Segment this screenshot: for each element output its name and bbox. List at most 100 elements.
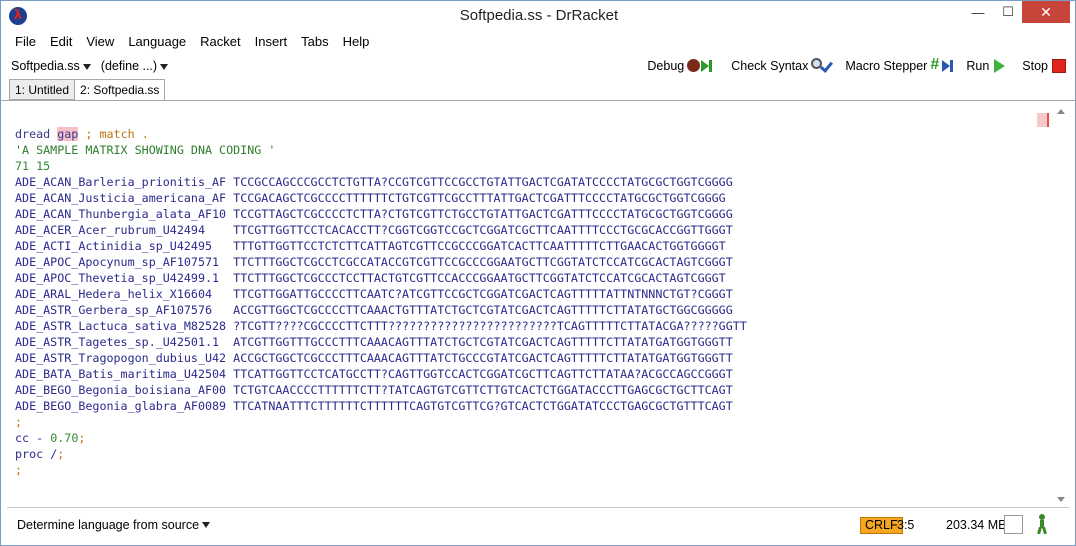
cursor-position: 3:5: [897, 518, 915, 532]
tab-untitled[interactable]: 1: Untitled: [9, 79, 76, 100]
sequence-data: TTCATNAATTTCTTTTTTCTTTTTTCAGTGTCGTTCG?GT…: [233, 399, 733, 413]
sequence-data: ?TCGTT????CGCCCCTTCTTT??????????????????…: [233, 319, 747, 333]
sequence-name: ADE_ACAN_Barleria_prionitis_AF: [15, 175, 227, 189]
menu-insert[interactable]: Insert: [248, 33, 295, 51]
sequence-row: ADE_APOC_Apocynum_sp_AF107571 TTCTTTGGCT…: [15, 254, 747, 270]
status-bar: Determine language from source CRLF 3:5 …: [1, 511, 1075, 541]
sequence-data: TTCATTGGTTCCTCATGCCTT?CAGTTGGTCCACTCGGAT…: [233, 367, 733, 381]
sequence-data: ACCGTTGGCTCGCCCCTTCAAACTGTTTATCTGCTCGTAT…: [233, 303, 733, 317]
sequence-data: TTCGTTGGTTCCTCACACCTT?CGGTCGGTCCGCTCGGAT…: [233, 223, 733, 237]
toolbar: Softpedia.ss (define ...) Debug Check Sy…: [1, 55, 1075, 77]
code-token: 0.70: [50, 431, 79, 445]
sequence-name: ADE_APOC_Thevetia_sp_U42499.1: [15, 271, 227, 285]
sequence-name: ADE_ACER_Acer_rubrum_U42494: [15, 223, 227, 237]
sequence-data: TCCGACAGCTCGCCCCTTTTTTCTGTCGTTCGCCTTTATT…: [233, 191, 726, 205]
code-line: cc - 0.70;: [15, 430, 747, 446]
file-selector[interactable]: Softpedia.ss: [11, 59, 91, 73]
scroll-down-icon[interactable]: [1057, 497, 1065, 502]
sequence-row: ADE_ACAN_Thunbergia_alata_AF10 TCCGTTAGC…: [15, 206, 747, 222]
debug-label: Debug: [647, 59, 685, 73]
tab-strip: 1: Untitled 2: Softpedia.ss: [9, 79, 166, 101]
code-number-line: 71 15: [15, 159, 51, 173]
tab-divider: [1, 100, 1075, 101]
sequence-row: ADE_ACTI_Actinidia_sp_U42495 TTTGTTGGTTC…: [15, 238, 747, 254]
debug-button[interactable]: Debug: [647, 56, 719, 76]
run-button[interactable]: Run: [966, 56, 1010, 76]
check-syntax-button[interactable]: Check Syntax: [731, 56, 834, 76]
sequence-data: TTCTTTGGCTCGCCTCGCCATACCGTCGTTCCGCCCGGAA…: [233, 255, 733, 269]
menu-file[interactable]: File: [1, 33, 43, 51]
code-comment: ; match .: [85, 127, 149, 141]
sequence-row: ADE_BEGO_Begonia_boisiana_AF00 TCTGTCAAC…: [15, 382, 747, 398]
sequence-row: ADE_ASTR_Lactuca_sativa_M82528 ?TCGTT???…: [15, 318, 747, 334]
sequence-name: ADE_ASTR_Tagetes_sp._U42501.1: [15, 335, 227, 349]
code-token: -: [29, 431, 51, 445]
title-bar: λ Softpedia.ss - DrRacket — ☐ ✕: [1, 1, 1075, 31]
sequence-data: ATCGTTGGTTTGCCCTTTCAAACAGTTTATCTGCTCGTAT…: [233, 335, 733, 349]
code-line: ;: [15, 415, 23, 429]
check-syntax-label: Check Syntax: [731, 59, 809, 73]
menu-tabs[interactable]: Tabs: [294, 33, 335, 51]
sequence-row: ADE_BATA_Batis_maritima_U42504 TTCATTGGT…: [15, 366, 747, 382]
chevron-down-icon: [202, 522, 211, 528]
define-selector[interactable]: (define ...): [100, 59, 169, 73]
stop-label: Stop: [1022, 59, 1048, 73]
code-token: ;: [78, 431, 86, 445]
sequence-row: ADE_APOC_Thevetia_sp_U42499.1 TTCTTTGGCT…: [15, 270, 747, 286]
close-button[interactable]: ✕: [1022, 1, 1070, 23]
sequence-name: ADE_ACTI_Actinidia_sp_U42495: [15, 239, 227, 253]
menu-edit[interactable]: Edit: [43, 33, 79, 51]
gc-indicator: [1004, 515, 1023, 534]
sequence-name: ADE_ACAN_Justicia_americana_AF: [15, 191, 227, 205]
sequence-name: ADE_ARAL_Hedera_helix_X16604: [15, 287, 227, 301]
memory-usage[interactable]: 203.34 MB: [946, 518, 1006, 532]
sequence-name: ADE_ASTR_Gerbera_sp_AF107576: [15, 303, 227, 317]
window-title: Softpedia.ss - DrRacket: [459, 7, 619, 24]
sequence-row: ADE_BEGO_Begonia_glabra_AF0089 TTCATNAAT…: [15, 398, 747, 414]
minimize-button[interactable]: —: [963, 1, 993, 23]
menu-language[interactable]: Language: [121, 33, 193, 51]
sequence-row: ADE_ASTR_Tragopogon_dubius_U42 ACCGCTGGC…: [15, 350, 747, 366]
tab-softpedia[interactable]: 2: Softpedia.ss: [74, 79, 166, 101]
language-label: Determine language from source: [17, 518, 200, 532]
macro-stepper-icon: #: [930, 56, 954, 74]
stop-square-icon: [1051, 58, 1069, 74]
code-line: ;: [15, 463, 23, 477]
macro-stepper-label: Macro Stepper: [845, 59, 928, 73]
magnifier-check-icon: [811, 58, 834, 74]
status-divider: [7, 507, 1069, 508]
sequence-name: ADE_BEGO_Begonia_boisiana_AF00: [15, 383, 227, 397]
code-token: cc: [15, 431, 30, 445]
define-selector-label: (define ...): [100, 59, 158, 73]
menu-bar: File Edit View Language Racket Insert Ta…: [1, 33, 1075, 51]
definitions-editor[interactable]: dread gap ; match . 'A SAMPLE MATRIX SHOW…: [7, 105, 1053, 505]
sequence-data: ACCGCTGGCTCGCCCTTTCAAACAGTTTATCTGCCCGTAT…: [233, 351, 733, 365]
code-token: dread: [15, 127, 51, 141]
code-text: dread gap ; match . 'A SAMPLE MATRIX SHOW…: [15, 110, 747, 510]
menu-view[interactable]: View: [79, 33, 121, 51]
vertical-scrollbar[interactable]: [1053, 105, 1069, 505]
code-token-highlighted: gap: [57, 127, 79, 141]
code-string-line: 'A SAMPLE MATRIX SHOWING DNA CODING ': [15, 143, 276, 157]
maximize-button[interactable]: ☐: [993, 1, 1023, 23]
sequence-row: ADE_ASTR_Tagetes_sp._U42501.1 ATCGTTGGTT…: [15, 334, 747, 350]
sequence-data: TCTGTCAACCCCTTTTTTCTT?TATCAGTGTCGTTCTTGT…: [233, 383, 733, 397]
macro-stepper-button[interactable]: Macro Stepper #: [845, 56, 954, 76]
code-token: proc: [15, 447, 44, 461]
sequence-name: ADE_BATA_Batis_maritima_U42504: [15, 367, 227, 381]
scroll-up-icon[interactable]: [1057, 109, 1065, 114]
sequence-row: ADE_ACAN_Justicia_americana_AF TCCGACAGC…: [15, 190, 747, 206]
menu-racket[interactable]: Racket: [193, 33, 247, 51]
drracket-window: λ Softpedia.ss - DrRacket — ☐ ✕ File Edi…: [0, 0, 1076, 546]
stop-button[interactable]: Stop: [1022, 56, 1069, 76]
sequence-rows: ADE_ACAN_Barleria_prionitis_AF TCCGCCAGC…: [15, 174, 747, 414]
run-label: Run: [966, 59, 990, 73]
sequence-data: TCCGCCAGCCCGCCTCTGTTA?CCGTCGTTCCGCCTGTAT…: [233, 175, 733, 189]
code-token: /: [43, 447, 58, 461]
sequence-row: ADE_ASTR_Gerbera_sp_AF107576 ACCGTTGGCTC…: [15, 302, 747, 318]
sequence-name: ADE_ASTR_Lactuca_sativa_M82528: [15, 319, 227, 333]
run-arrow-icon: [992, 58, 1010, 74]
language-selector[interactable]: Determine language from source: [17, 518, 211, 532]
sequence-name: ADE_APOC_Apocynum_sp_AF107571: [15, 255, 227, 269]
menu-help[interactable]: Help: [336, 33, 377, 51]
